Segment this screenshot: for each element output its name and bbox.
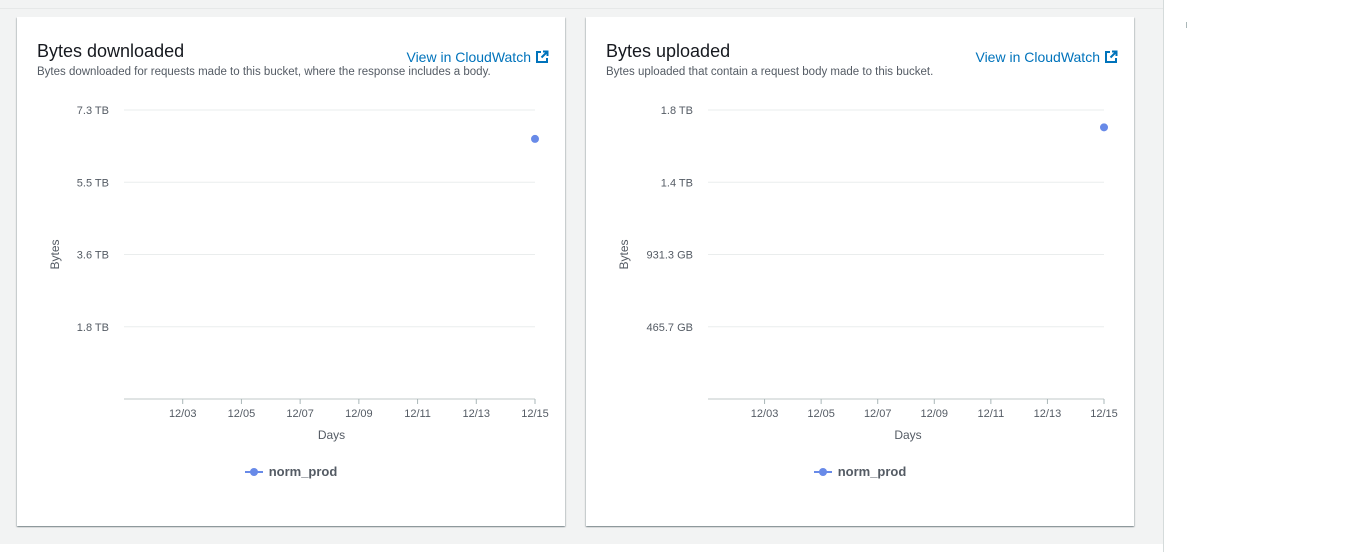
legend-swatch-icon — [813, 467, 832, 476]
legend-label: norm_prod — [837, 464, 907, 479]
y-axis-title: Bytes — [48, 239, 62, 269]
x-tick-label: 12/07 — [286, 408, 314, 420]
y-tick-label: 7.3 TB — [77, 105, 109, 117]
x-tick-label: 12/09 — [921, 408, 949, 420]
y-tick-label: 1.8 TB — [77, 322, 109, 334]
y-tick-label: 3.6 TB — [77, 250, 109, 262]
y-tick-label: 465.7 GB — [647, 322, 693, 334]
bytes-downloaded-card: Bytes downloaded Bytes downloaded for re… — [17, 17, 565, 526]
side-panel — [1163, 0, 1353, 552]
x-tick-label: 12/15 — [521, 408, 549, 420]
x-tick-label: 12/03 — [751, 408, 779, 420]
bytes-uploaded-chart: 1.8 TB 1.4 TB 931.3 GB 465.7 GB 12/03 12/05 12… — [617, 105, 1118, 442]
x-tick-label: 12/13 — [1034, 408, 1062, 420]
y-axis-title: Bytes — [617, 239, 631, 269]
chart-legend[interactable]: norm_prod — [17, 464, 565, 479]
bytes-uploaded-card: Bytes uploaded Bytes uploaded that conta… — [586, 17, 1134, 526]
y-tick-label: 5.5 TB — [77, 177, 109, 189]
y-tick-label: 1.4 TB — [661, 177, 693, 189]
data-point — [1100, 123, 1108, 132]
legend-swatch-icon — [244, 467, 263, 476]
x-tick-label: 12/05 — [228, 408, 256, 420]
divider — [0, 8, 1163, 9]
x-tick-label: 12/11 — [404, 408, 431, 420]
x-tick-label: 12/09 — [345, 408, 373, 420]
legend-label: norm_prod — [268, 464, 338, 479]
x-tick-label: 12/05 — [807, 408, 835, 420]
dashboard-area: Bytes downloaded Bytes downloaded for re… — [0, 0, 1163, 552]
panel-marker — [1186, 22, 1187, 28]
bytes-downloaded-chart: 7.3 TB 5.5 TB 3.6 TB 1.8 TB 12/03 12/05 12/07 1… — [48, 105, 549, 442]
x-tick-label: 12/03 — [169, 408, 197, 420]
bottom-strip — [0, 544, 1163, 552]
data-point — [531, 134, 539, 143]
y-tick-label: 1.8 TB — [661, 105, 693, 117]
x-tick-label: 12/15 — [1090, 408, 1118, 420]
x-tick-label: 12/13 — [463, 408, 491, 420]
x-axis-title: Days — [318, 428, 345, 442]
chart-legend[interactable]: norm_prod — [586, 464, 1134, 479]
x-axis-title: Days — [894, 428, 921, 442]
y-tick-label: 931.3 GB — [647, 250, 693, 262]
x-tick-label: 12/07 — [864, 408, 892, 420]
x-tick-label: 12/11 — [977, 408, 1004, 420]
